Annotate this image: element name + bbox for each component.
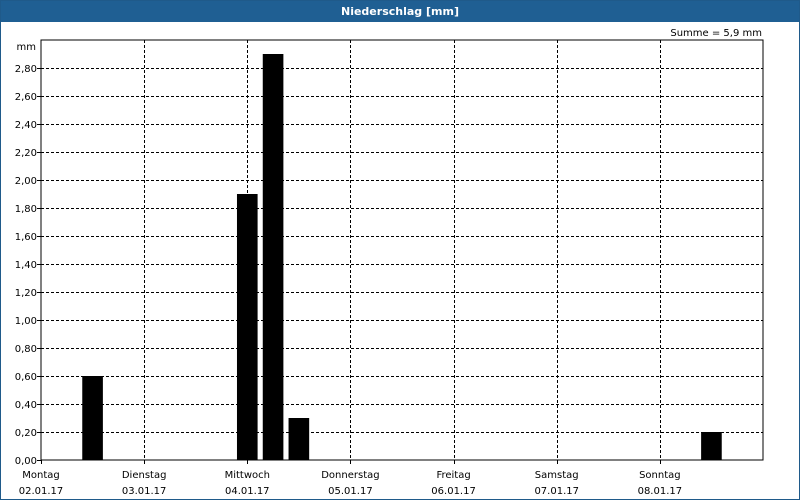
x-tick-date: 06.01.17 bbox=[431, 486, 476, 497]
y-tick-label: 2,00 bbox=[15, 176, 37, 187]
x-tick-date: 08.01.17 bbox=[638, 486, 683, 497]
y-tick-label: 1,00 bbox=[15, 316, 37, 327]
precipitation-bar bbox=[288, 418, 310, 460]
x-tick-weekday: Donnerstag bbox=[321, 470, 379, 481]
x-tick-weekday: Dienstag bbox=[122, 470, 167, 481]
x-tick-date: 04.01.17 bbox=[225, 486, 270, 497]
plot-area bbox=[40, 39, 764, 461]
y-tick-label: 2,20 bbox=[15, 148, 37, 159]
precipitation-chart: 0,00 0,20 0,40 0,60 0,80 1,00 1,20 1,40 1,60 1,80… bbox=[15, 28, 764, 497]
precipitation-bar bbox=[236, 194, 258, 460]
y-tick-label: 0,80 bbox=[15, 344, 37, 355]
y-tick-label: 1,20 bbox=[15, 288, 37, 299]
x-tick-weekday: Sonntag bbox=[639, 470, 681, 481]
y-axis-unit-label: mm bbox=[17, 42, 36, 53]
precipitation-bar bbox=[262, 54, 284, 460]
x-tick-date: 07.01.17 bbox=[534, 486, 579, 497]
precipitation-bar bbox=[701, 432, 722, 460]
y-tick-label: 2,80 bbox=[15, 64, 37, 75]
y-tick-label: 0,60 bbox=[15, 372, 37, 383]
x-tick-date: 02.01.17 bbox=[19, 486, 64, 497]
x-axis-ticks: Montag 02.01.17 Dienstag 03.01.17 Mittwoch 04… bbox=[19, 460, 682, 497]
x-tick-weekday: Samstag bbox=[535, 470, 579, 481]
x-tick-date: 03.01.17 bbox=[122, 486, 167, 497]
y-tick-label: 0,20 bbox=[15, 428, 37, 439]
y-tick-label: 2,60 bbox=[15, 92, 37, 103]
y-tick-label: 2,40 bbox=[15, 120, 37, 131]
y-tick-label: 1,60 bbox=[15, 232, 37, 243]
sum-label: Summe = 5,9 mm bbox=[670, 28, 762, 39]
x-tick-weekday: Freitag bbox=[436, 470, 470, 481]
y-tick-label: 1,80 bbox=[15, 204, 37, 215]
x-tick-weekday: Mittwoch bbox=[225, 470, 270, 481]
y-tick-label: 1,40 bbox=[15, 260, 37, 271]
x-tick-date: 05.01.17 bbox=[328, 486, 373, 497]
y-axis-ticks: 0,00 0,20 0,40 0,60 0,80 1,00 1,20 1,40 1,60 1,80… bbox=[15, 64, 41, 467]
precipitation-bar bbox=[82, 376, 103, 460]
y-tick-label: 0,40 bbox=[15, 400, 37, 411]
y-tick-label: 0,00 bbox=[15, 456, 37, 467]
x-tick-weekday: Montag bbox=[22, 470, 59, 481]
